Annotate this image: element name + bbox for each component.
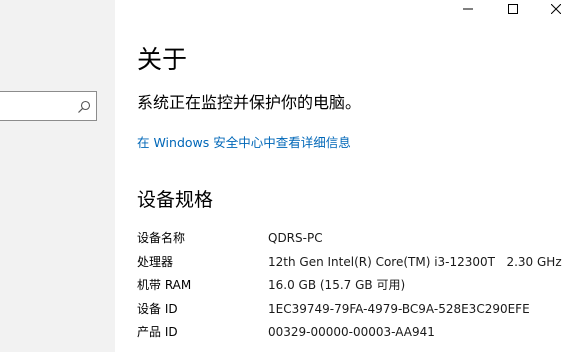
spec-row-device-id: 设备 ID 1EC39749-79FA-4979-BC9A-528E3C290E… <box>137 300 569 318</box>
spec-label: 机带 RAM <box>137 278 192 292</box>
close-button[interactable] <box>533 0 569 18</box>
search-input[interactable] <box>5 97 79 117</box>
spec-row-processor: 处理器 12th Gen Intel(R) Core(TM) i3-12300T… <box>137 253 569 271</box>
search-icon[interactable] <box>77 99 91 113</box>
maximize-button[interactable] <box>490 0 536 18</box>
spec-label: 设备名称 <box>137 231 186 245</box>
search-box[interactable] <box>0 91 97 121</box>
minimize-button[interactable] <box>445 0 491 18</box>
spec-label: 产品 ID <box>137 325 178 339</box>
spec-row-ram: 机带 RAM 16.0 GB (15.7 GB 可用) <box>137 276 569 294</box>
spec-value: 16.0 GB (15.7 GB 可用) <box>268 278 406 292</box>
navigation-pane <box>0 0 115 352</box>
page-title: 关于 <box>137 45 188 74</box>
spec-row-product-id: 产品 ID 00329-00000-00003-AA941 <box>137 323 569 341</box>
spec-value: QDRS-PC <box>268 231 323 245</box>
spec-label: 设备 ID <box>137 302 178 316</box>
spec-value: 12th Gen Intel(R) Core(TM) i3-12300T 2.3… <box>268 255 562 269</box>
close-icon <box>551 4 561 14</box>
protection-status-text: 系统正在监控并保护你的电脑。 <box>137 93 362 112</box>
maximize-icon <box>508 4 518 14</box>
spec-row-device-name: 设备名称 QDRS-PC <box>137 229 569 247</box>
device-specs-heading: 设备规格 <box>137 189 214 211</box>
minimize-icon <box>463 8 473 10</box>
spec-value: 00329-00000-00003-AA941 <box>268 325 435 339</box>
spec-value: 1EC39749-79FA-4979-BC9A-528E3C290EFE <box>268 302 530 316</box>
security-center-link[interactable]: 在 Windows 安全中心中查看详细信息 <box>137 134 351 152</box>
spec-label: 处理器 <box>137 255 174 269</box>
